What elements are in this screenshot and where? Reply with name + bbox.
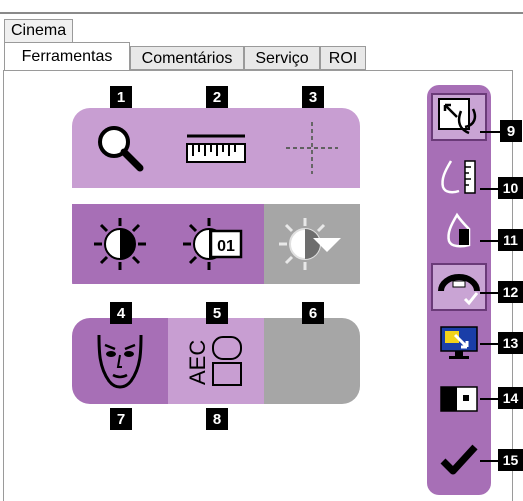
contrast-dropdown-icon <box>279 218 341 270</box>
contrast-preset-button[interactable] <box>264 204 360 284</box>
invert-button[interactable] <box>431 93 487 141</box>
callout-5: 5 <box>206 302 228 324</box>
image-tools-grid: 01 <box>72 108 360 300</box>
aec-button[interactable]: AEC <box>168 318 264 404</box>
monitor-button[interactable] <box>431 319 487 367</box>
top-divider <box>0 12 523 14</box>
callout-1: 1 <box>110 86 132 108</box>
dose-contrast-button[interactable]: 01 <box>168 204 264 284</box>
callout-9: 9 <box>500 120 522 142</box>
tab-roi[interactable]: ROI <box>320 46 366 70</box>
black-white-square-icon <box>440 386 478 412</box>
density-button[interactable] <box>431 153 487 201</box>
face-icon <box>97 334 143 389</box>
contrast-01-icon: 01 <box>183 218 243 270</box>
callout-6: 6 <box>302 302 324 324</box>
callout-15: 15 <box>498 449 523 471</box>
contrast-button[interactable] <box>72 204 168 284</box>
ruler-icon <box>186 134 246 163</box>
callout-13: 13 <box>498 332 523 354</box>
invert-icon <box>438 98 477 135</box>
compression-button[interactable] <box>431 263 487 311</box>
aec-label: AEC <box>185 340 210 385</box>
callout-2: 2 <box>206 86 228 108</box>
callout-11: 11 <box>498 229 523 251</box>
accept-button[interactable] <box>431 435 487 483</box>
cinema-tab[interactable]: Cinema <box>4 19 74 42</box>
tab-comentarios[interactable]: Comentários <box>130 46 244 70</box>
callout-7: 7 <box>110 408 132 430</box>
compression-arc-icon <box>438 274 480 306</box>
crosshair-button[interactable] <box>264 108 360 188</box>
breast-button[interactable] <box>431 207 487 255</box>
breast-icon <box>447 212 471 248</box>
face-button[interactable] <box>72 318 168 404</box>
callout-8: 8 <box>206 408 228 430</box>
tab-ferramentas[interactable]: Ferramentas <box>4 42 130 71</box>
ruler-button[interactable] <box>168 108 264 188</box>
crosshair-icon <box>286 122 338 174</box>
contrast-icon <box>94 218 146 270</box>
secondary-tools-grid: AEC <box>72 318 360 404</box>
pattern-button[interactable] <box>431 375 487 423</box>
callout-3: 3 <box>302 86 324 108</box>
checkmark-icon <box>440 444 478 475</box>
callout-12: 12 <box>498 281 523 303</box>
callout-10: 10 <box>498 177 523 199</box>
callout-4: 4 <box>110 302 132 324</box>
empty-tool-slot <box>264 318 360 404</box>
breast-ruler-icon <box>441 160 476 194</box>
tab-servico[interactable]: Serviço <box>244 46 320 70</box>
zoom-button[interactable] <box>72 108 168 188</box>
callout-14: 14 <box>498 387 523 409</box>
aec-icon: AEC <box>185 336 242 386</box>
side-toolbar <box>427 85 491 495</box>
monitor-icon <box>440 326 478 359</box>
dose-value-text: 01 <box>217 238 235 255</box>
magnifier-icon <box>98 126 144 172</box>
leader-9 <box>480 131 502 133</box>
